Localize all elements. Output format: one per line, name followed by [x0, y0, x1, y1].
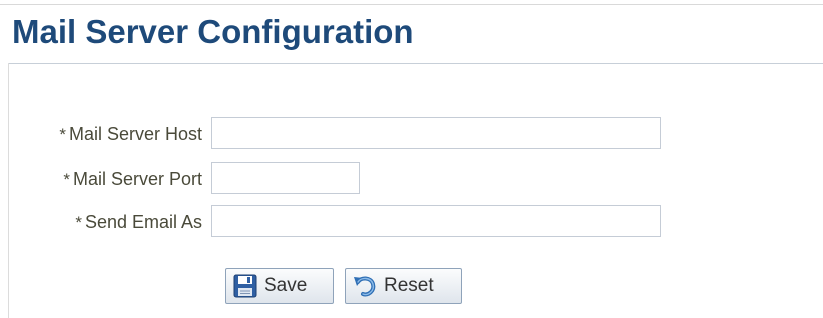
- mail-server-port-row: * Mail Server Port: [0, 162, 823, 196]
- send-email-as-row: * Send Email As: [0, 205, 823, 239]
- mail-server-port-input[interactable]: [211, 162, 360, 194]
- mail-server-host-input[interactable]: [211, 117, 661, 149]
- reset-button-label: Reset: [384, 275, 434, 296]
- save-button[interactable]: Save: [225, 268, 334, 304]
- save-button-label: Save: [264, 275, 308, 296]
- mail-server-port-label: * Mail Server Port: [63, 169, 202, 190]
- required-marker: *: [75, 213, 82, 232]
- reset-button[interactable]: Reset: [345, 268, 462, 304]
- mail-server-host-row: * Mail Server Host: [0, 117, 823, 151]
- mail-server-configuration-page: Mail Server Configuration * Mail Server H…: [0, 0, 823, 318]
- required-marker: *: [59, 125, 66, 144]
- top-divider: [0, 4, 823, 5]
- send-email-as-input[interactable]: [211, 205, 661, 237]
- send-email-as-label-text: Send Email As: [84, 212, 202, 232]
- title-divider: [8, 63, 823, 64]
- required-marker: *: [63, 170, 70, 189]
- mail-server-host-label-text: Mail Server Host: [68, 124, 202, 144]
- page-title: Mail Server Configuration: [12, 13, 414, 50]
- undo-arrow-icon: [352, 273, 378, 299]
- send-email-as-label: * Send Email As: [75, 212, 202, 233]
- floppy-disk-icon: [232, 273, 258, 299]
- mail-server-port-label-text: Mail Server Port: [72, 169, 202, 189]
- mail-server-host-label: * Mail Server Host: [59, 124, 202, 145]
